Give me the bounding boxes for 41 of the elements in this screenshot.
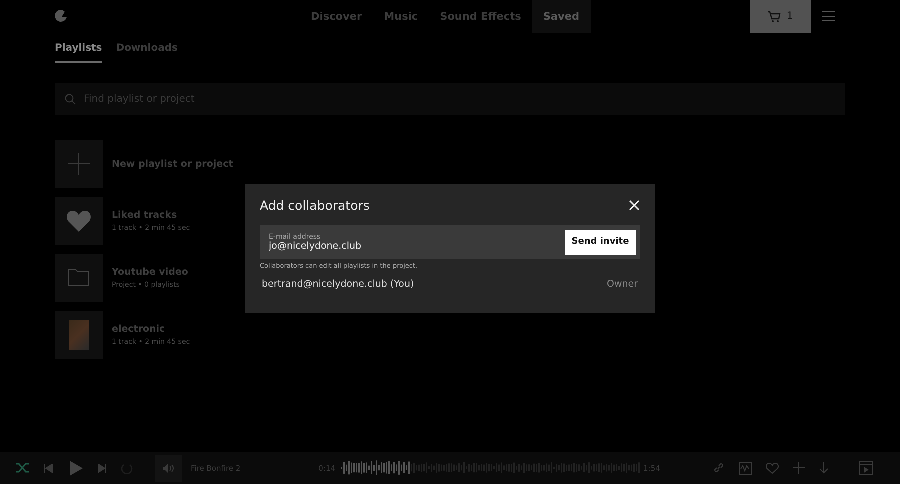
- close-button[interactable]: [629, 200, 640, 211]
- plus-icon: [67, 152, 91, 176]
- tab[interactable]: Downloads: [116, 43, 178, 63]
- speaker-icon: [163, 464, 174, 472]
- dialog-title: Add collaborators: [260, 198, 370, 213]
- previous-icon[interactable]: [44, 464, 53, 472]
- playlist-title[interactable]: electronic: [112, 324, 190, 335]
- playlist-title[interactable]: Youtube video: [112, 267, 188, 278]
- plus-icon[interactable]: [793, 462, 806, 474]
- nav-link[interactable]: Discover: [300, 0, 374, 33]
- video-icon[interactable]: [859, 461, 874, 475]
- playlist-tile[interactable]: [55, 254, 103, 302]
- nav-link[interactable]: Music: [373, 0, 430, 33]
- waveform-drawing[interactable]: [340, 458, 641, 478]
- member-role: Owner: [606, 279, 638, 290]
- member-email: bertrand@nicelydone.club (You): [262, 279, 414, 290]
- playlist-tile[interactable]: [55, 311, 103, 359]
- menu-icon[interactable]: [822, 11, 835, 22]
- next-icon[interactable]: [98, 464, 107, 472]
- heart-icon: [66, 210, 92, 232]
- shuffle-icon[interactable]: [16, 463, 30, 473]
- folder-icon: [68, 269, 90, 287]
- playlist-title[interactable]: New playlist or project: [112, 158, 234, 170]
- download-icon[interactable]: [819, 462, 830, 474]
- waveform-icon[interactable]: [739, 462, 752, 474]
- play-icon[interactable]: [70, 460, 83, 476]
- volume-button[interactable]: [155, 454, 182, 482]
- tab[interactable]: Playlists: [55, 43, 102, 63]
- heart-icon[interactable]: [766, 462, 780, 474]
- cart-button[interactable]: 1: [750, 0, 811, 33]
- playlist-title[interactable]: Liked tracks: [112, 210, 190, 221]
- send-invite-button[interactable]: Send invite: [565, 230, 636, 254]
- nav-link[interactable]: Saved: [532, 0, 590, 33]
- playlist-tile[interactable]: [55, 140, 103, 188]
- nav-link[interactable]: Sound Effects: [429, 0, 532, 33]
- cover-image: [69, 320, 89, 350]
- cart-icon: [768, 10, 781, 22]
- playlist-tile[interactable]: [55, 197, 103, 245]
- link-icon[interactable]: [713, 462, 726, 474]
- logo-icon[interactable]: [55, 10, 67, 23]
- search-icon: [65, 94, 76, 104]
